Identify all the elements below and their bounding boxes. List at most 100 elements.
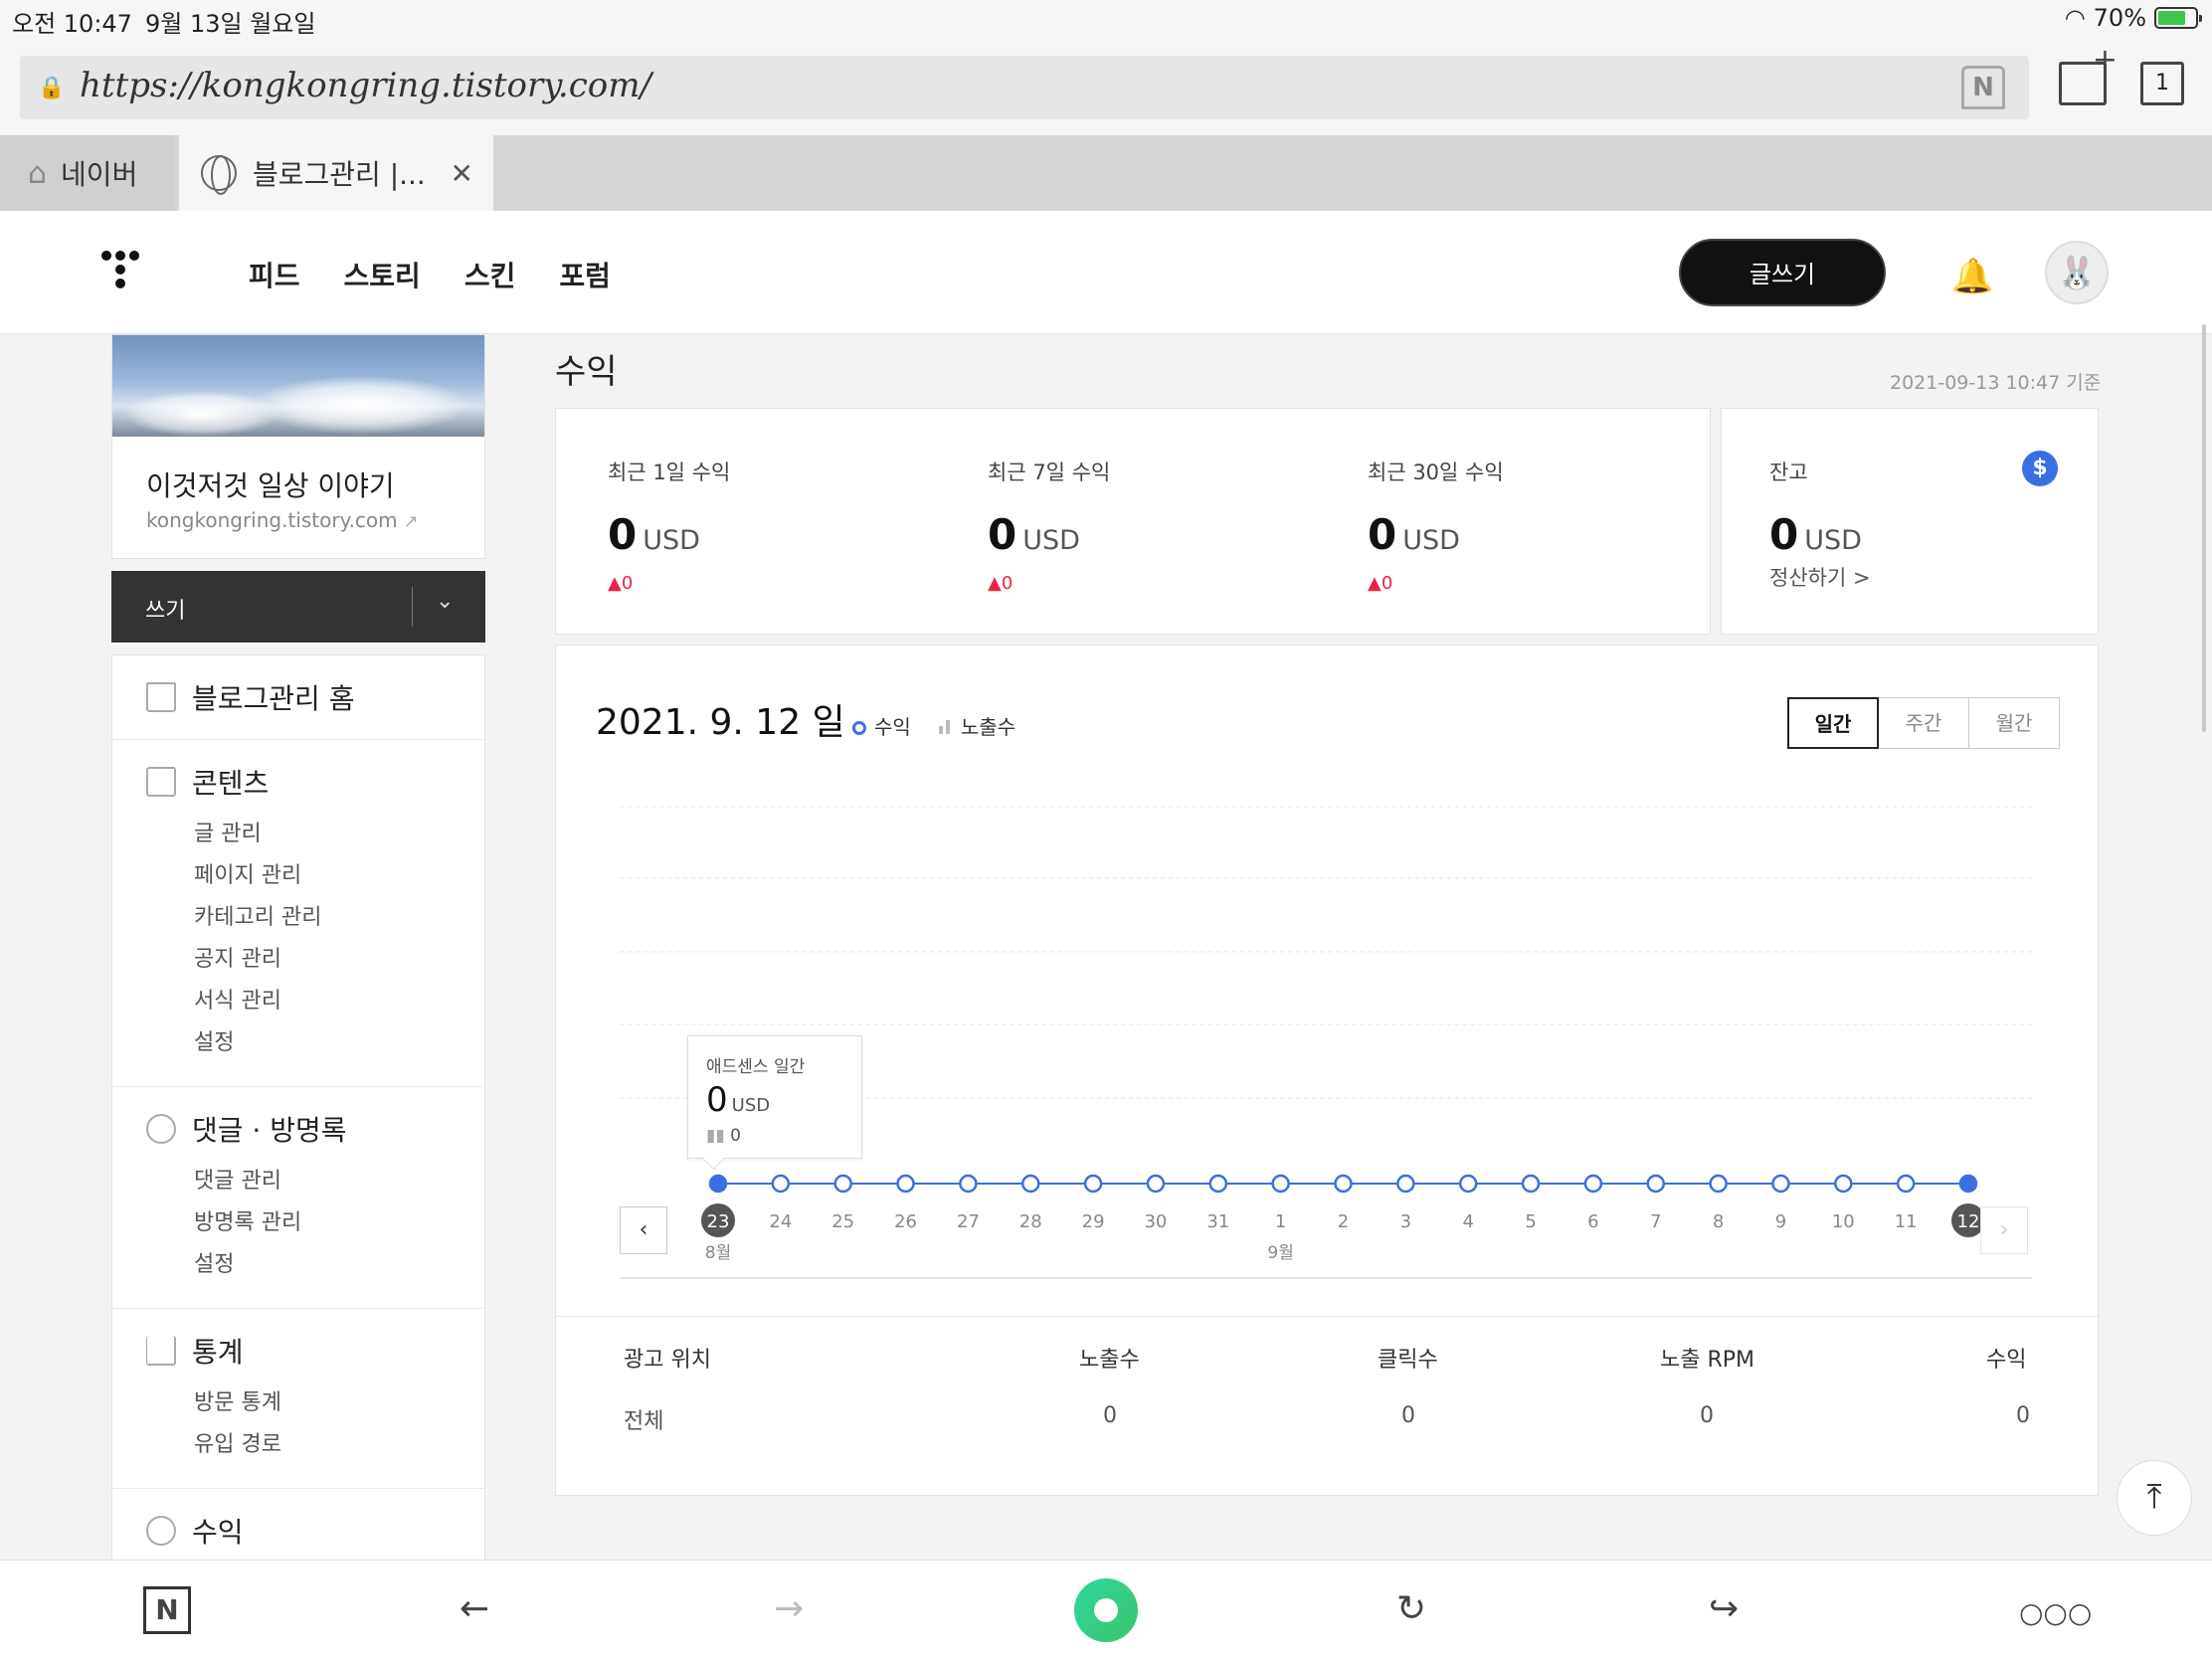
period-daily[interactable]: 일간 — [1787, 697, 1879, 749]
sidebar-item-comments[interactable]: 댓글 관리 — [194, 1161, 484, 1202]
x-tick-label: 6 — [1587, 1211, 1598, 1232]
tab-naver[interactable]: ⌂ 네이버 — [0, 135, 175, 211]
blog-name[interactable]: 이것저것 일상 이야기 — [146, 464, 395, 504]
speech-bubble-icon — [146, 1114, 176, 1144]
data-point — [1709, 1174, 1728, 1194]
scrollbar[interactable] — [2202, 324, 2206, 732]
balance-card: 잔고 0 USD $ 정산하기 > — [1721, 408, 2099, 635]
naver-home-add-icon[interactable]: N — [1961, 66, 2005, 109]
chevron-down-icon[interactable]: ⌄ — [436, 589, 454, 614]
write-post-button[interactable]: 글쓰기 — [1679, 239, 1886, 306]
x-tick-label: 1 — [1275, 1211, 1286, 1232]
x-tick-label: 31 — [1206, 1211, 1229, 1232]
x-tick-label: 10 — [1832, 1211, 1855, 1232]
nav-story[interactable]: 스토리 — [344, 255, 421, 294]
stat-unit: USD — [643, 525, 700, 556]
more-icon[interactable]: ○○○ — [2019, 1596, 2092, 1629]
avatar[interactable]: 🐰 — [2045, 241, 2109, 304]
data-point — [833, 1174, 852, 1194]
write-button[interactable]: 쓰기 — [145, 593, 185, 625]
data-point — [1896, 1174, 1916, 1194]
sidebar-item-pages[interactable]: 페이지 관리 — [194, 855, 484, 897]
new-tab-icon[interactable] — [2059, 43, 2118, 105]
data-point — [1021, 1174, 1040, 1194]
x-tick-label: 7 — [1650, 1211, 1661, 1232]
stat-30day: 최근 30일 수익 0 USD ▲0 — [1368, 457, 1504, 594]
sidebar-item-referrers[interactable]: 유입 경로 — [194, 1424, 484, 1466]
period-weekly[interactable]: 주간 — [1878, 697, 1969, 749]
reload-icon[interactable]: ↻ — [1396, 1588, 1426, 1629]
blog-url[interactable]: kongkongring.tistory.com ↗ — [146, 508, 419, 532]
naver-n-icon[interactable]: N — [143, 1586, 191, 1634]
nav-feed[interactable]: 피드 — [249, 255, 300, 294]
section-title[interactable]: 댓글 · 방명록 — [192, 1109, 347, 1149]
sidebar-item-content-settings[interactable]: 설정 — [194, 1022, 484, 1064]
battery-percent: 70% — [2093, 4, 2146, 32]
stat-delta: ▲0 — [608, 573, 634, 594]
dollar-icon: $ — [2022, 451, 2058, 486]
section-title[interactable]: 콘텐츠 — [192, 762, 269, 802]
x-tick-label: 2 — [1338, 1211, 1349, 1232]
sidebar-menu: 블로그관리 홈 콘텐츠 글 관리 페이지 관리 카테고리 관리 공지 관리 서식… — [111, 654, 485, 1573]
legend-impressions: 노출수 — [938, 711, 1016, 740]
data-point — [896, 1174, 915, 1194]
share-icon[interactable]: ↪ — [1709, 1588, 1739, 1629]
chart-date: 2021. 9. 12 일 — [596, 702, 845, 743]
x-tick-label: 12 — [1957, 1211, 1980, 1232]
sidebar-item-label: 블로그관리 홈 — [192, 682, 355, 715]
settle-link[interactable]: 정산하기 > — [1769, 562, 1871, 592]
sidebar-item-posts[interactable]: 글 관리 — [194, 814, 484, 855]
naver-green-dot-icon[interactable] — [1074, 1578, 1138, 1642]
stat-label: 최근 1일 수익 — [608, 461, 731, 484]
tab-count-button[interactable]: 1 — [2140, 62, 2184, 105]
data-point — [1083, 1174, 1103, 1194]
forward-arrow-icon[interactable]: → — [774, 1588, 804, 1629]
sidebar-item-guestbook[interactable]: 방명록 관리 — [194, 1202, 484, 1244]
x-tick-label: 29 — [1082, 1211, 1105, 1232]
address-bar[interactable]: 🔒 https://kongkongring.tistory.com/ N — [20, 56, 2029, 119]
sidebar-section-comments: 댓글 · 방명록 댓글 관리 방명록 관리 설정 — [112, 1087, 484, 1309]
legend-label: 노출수 — [960, 715, 1016, 739]
tab-label: 블로그관리 |... — [253, 158, 426, 191]
sidebar-item-templates[interactable]: 서식 관리 — [194, 981, 484, 1022]
x-tick-label: 8 — [1713, 1211, 1724, 1232]
x-tick-label: 28 — [1019, 1211, 1042, 1232]
status-time: 오전 10:47 — [12, 10, 132, 38]
x-tick-label: 27 — [957, 1211, 980, 1232]
stat-unit: USD — [1804, 525, 1862, 556]
data-point — [1271, 1174, 1290, 1194]
tab-label: 네이버 — [61, 158, 138, 191]
sidebar-item-visit-stats[interactable]: 방문 통계 — [194, 1382, 484, 1424]
sidebar-item-notices[interactable]: 공지 관리 — [194, 939, 484, 981]
chart-next-button[interactable]: › — [1980, 1206, 2028, 1254]
battery-icon — [2154, 7, 2202, 29]
url-text[interactable]: https://kongkongring.tistory.com/ — [80, 66, 651, 105]
sidebar-item-home[interactable]: 블로그관리 홈 — [112, 655, 484, 740]
col-impressions: 노출수 — [1079, 1348, 1140, 1373]
write-bar: 쓰기 ⌄ — [111, 571, 485, 643]
section-title[interactable]: 수익 — [192, 1511, 244, 1551]
chart-prev-button[interactable]: ‹ — [620, 1206, 667, 1254]
bell-icon[interactable]: 🔔 — [1951, 257, 1993, 296]
sidebar-item-categories[interactable]: 카테고리 관리 — [194, 897, 484, 939]
chart-tooltip: 애드센스 일간 0 USD ▮▮ 0 — [687, 1035, 862, 1159]
legend-revenue: 수익 — [852, 711, 911, 740]
external-link-icon: ↗ — [403, 511, 419, 532]
period-monthly[interactable]: 월간 — [1968, 697, 2060, 749]
x-tick-label: 11 — [1895, 1211, 1918, 1232]
tistory-logo-icon[interactable] — [101, 251, 149, 298]
stat-unit: USD — [1022, 525, 1080, 556]
back-arrow-icon[interactable]: ← — [460, 1588, 489, 1629]
tab-blog-admin[interactable]: 블로그관리 |... ✕ — [179, 135, 493, 211]
sidebar-item-comment-settings[interactable]: 설정 — [194, 1244, 484, 1286]
nav-forum[interactable]: 포럼 — [559, 255, 611, 294]
scroll-to-top-button[interactable]: ⤒ — [2117, 1460, 2192, 1536]
month-label: 9월 — [1267, 1243, 1293, 1263]
stat-label: 잔고 — [1769, 461, 1808, 484]
section-title[interactable]: 통계 — [192, 1331, 244, 1371]
circle-icon — [852, 721, 866, 735]
close-icon[interactable]: ✕ — [451, 157, 473, 190]
nav-skin[interactable]: 스킨 — [464, 255, 516, 294]
data-point — [1146, 1174, 1166, 1194]
month-label: 8월 — [705, 1243, 731, 1263]
